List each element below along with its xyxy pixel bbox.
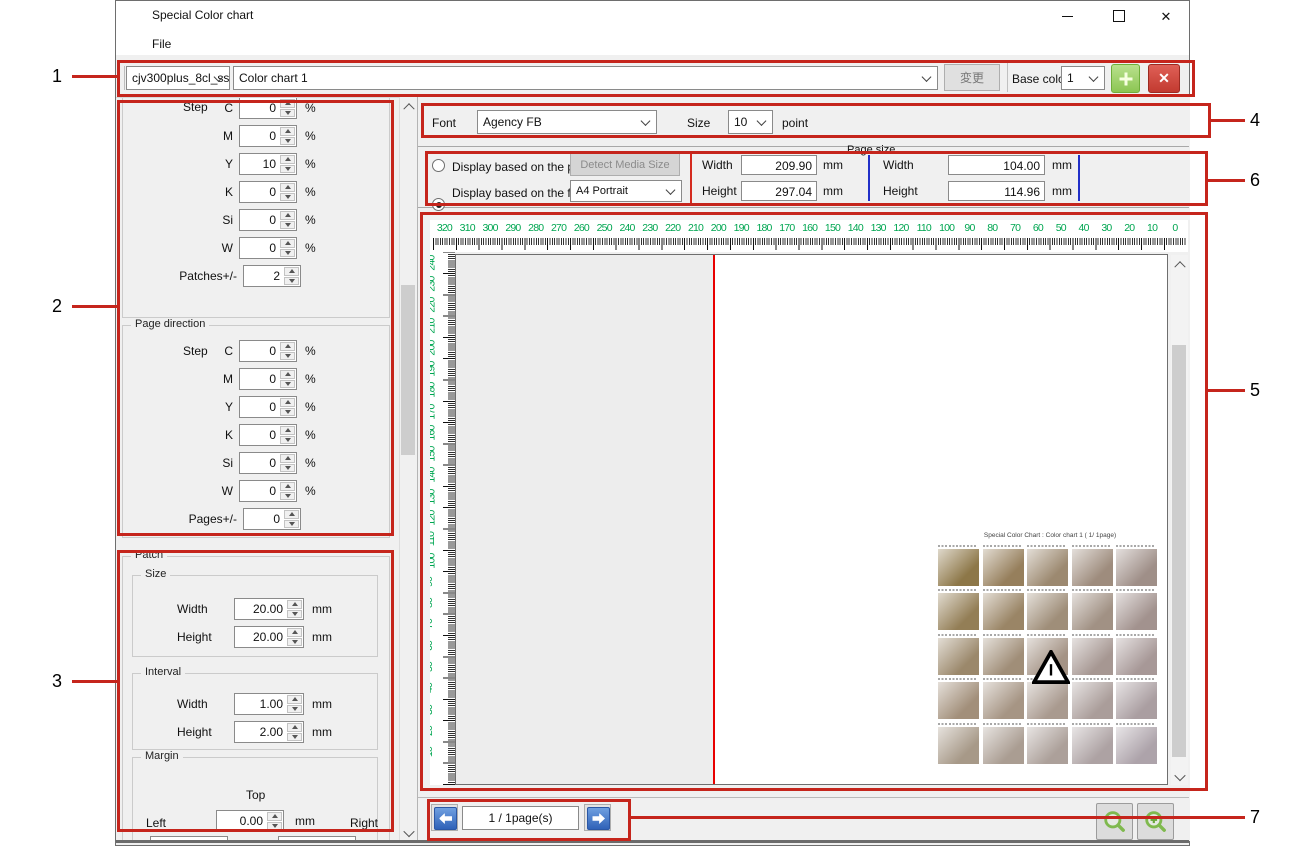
chevron-up-icon	[403, 103, 414, 114]
magnifier-plus-icon	[1144, 810, 1168, 834]
annotation-line-6	[1208, 179, 1245, 182]
annotation-number-4: 4	[1250, 110, 1260, 131]
chevron-down-icon	[403, 825, 414, 836]
menu-file[interactable]: File	[146, 35, 177, 53]
annotation-line-7	[631, 816, 1245, 819]
zoom-out-button[interactable]	[1096, 803, 1133, 840]
annotation-box-2	[117, 100, 394, 536]
annotation-box-4	[421, 103, 1211, 138]
window-bottom-edge	[116, 840, 1189, 843]
maximize-button[interactable]	[1096, 1, 1142, 31]
zoom-in-button[interactable]	[1137, 803, 1174, 840]
annotation-box-3	[117, 550, 394, 832]
menu-bar: File	[116, 31, 1189, 56]
settings-scroll-down[interactable]	[400, 824, 417, 841]
annotation-line-5	[1208, 389, 1245, 392]
annotation-number-1: 1	[52, 66, 62, 87]
annotation-box-5	[420, 212, 1208, 791]
annotation-box-6	[425, 151, 1208, 206]
annotation-line-1	[72, 75, 117, 78]
window-title: Special Color chart	[152, 8, 253, 22]
close-icon: ✕	[1161, 10, 1172, 23]
settings-scrollbar	[399, 97, 417, 841]
magnifier-icon	[1103, 810, 1127, 834]
screenshot-root: Special Color chart ✕ File cjv300plus_8c…	[0, 0, 1307, 846]
settings-scroll-thumb[interactable]	[401, 285, 415, 455]
annotation-number-7: 7	[1250, 807, 1260, 828]
title-bar[interactable]	[116, 1, 1189, 31]
annotation-number-5: 5	[1250, 380, 1260, 401]
annotation-line-4	[1211, 119, 1245, 122]
settings-scroll-up[interactable]	[400, 97, 417, 114]
annotation-box-7	[427, 799, 631, 841]
annotation-number-2: 2	[52, 296, 62, 317]
annotation-line-3	[72, 680, 117, 683]
annotation-number-3: 3	[52, 671, 62, 692]
minimize-icon	[1062, 16, 1073, 17]
maximize-icon	[1113, 10, 1125, 22]
annotation-line-2	[72, 305, 117, 308]
minimize-button[interactable]	[1044, 1, 1090, 31]
annotation-box-1	[117, 60, 1195, 97]
annotation-number-6: 6	[1250, 170, 1260, 191]
close-button[interactable]: ✕	[1143, 1, 1189, 31]
